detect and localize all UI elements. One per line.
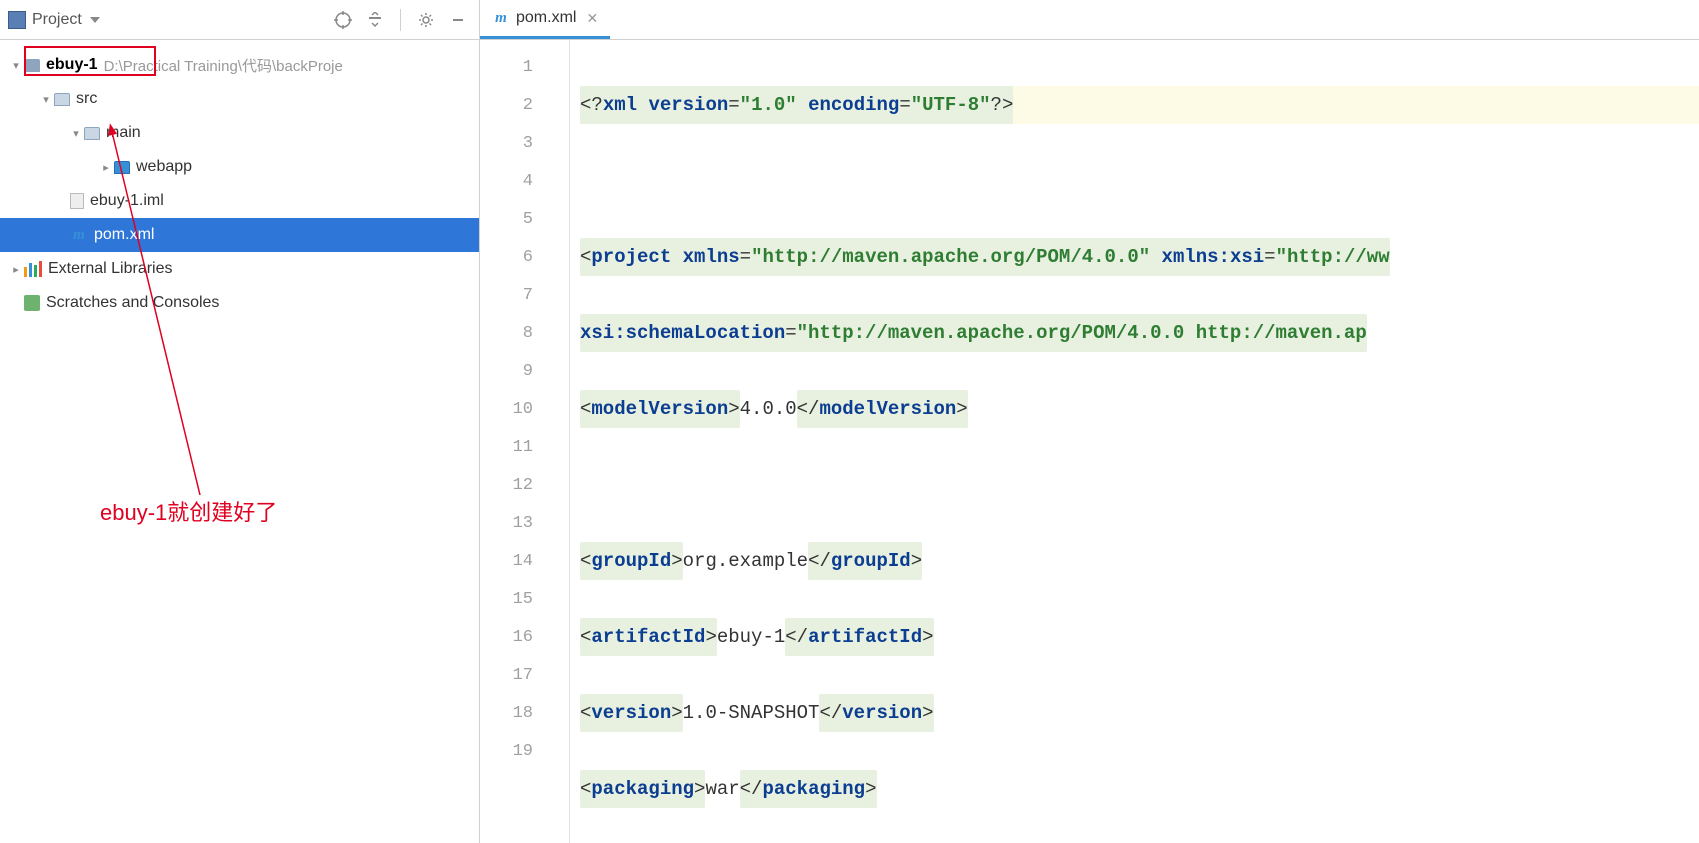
tree-label: External Libraries [48,260,173,278]
project-tree: ▾ ebuy-1 D:\Practical Training\代码\backPr… [0,40,479,843]
line-number: 8 [480,314,569,352]
line-number: 1 [480,48,569,86]
tree-row-scratches[interactable]: ▸ Scratches and Consoles [0,286,479,320]
chevron-down-icon[interactable]: ▾ [68,127,84,140]
line-number: 18 [480,694,569,732]
project-view-label[interactable]: Project [32,11,82,29]
line-number: 2 [480,86,569,124]
tree-row-webapp[interactable]: ▸ webapp [0,150,479,184]
tree-label: main [106,124,141,142]
code-line [580,162,1699,200]
line-number: 12 [480,466,569,504]
line-number: 16 [480,618,569,656]
file-icon [70,193,84,209]
chevron-right-icon[interactable]: ▸ [8,263,24,276]
locate-button[interactable] [330,7,356,33]
hide-button[interactable] [445,7,471,33]
code-content[interactable]: <?xml version="1.0" encoding="UTF-8"?> <… [570,40,1699,843]
code-line: <project xmlns="http://maven.apache.org/… [580,238,1699,276]
code-line: <modelVersion>4.0.0</modelVersion> [580,390,1699,428]
tree-label: webapp [136,158,192,176]
line-number: 13 [480,504,569,542]
code-line: <version>1.0-SNAPSHOT</version> [580,694,1699,732]
code-line: xsi:schemaLocation="http://maven.apache.… [580,314,1699,352]
editor-area: m pom.xml ✕ 1 2 3 4 5 6 7 8 9 10 11 12 1… [480,0,1699,843]
project-sidebar: Project ▾ ebuy-1 D:\Practical Training\代… [0,0,480,843]
line-number: 6 [480,238,569,276]
line-number: 11 [480,428,569,466]
settings-button[interactable] [413,7,439,33]
project-view-icon [8,11,26,29]
web-folder-icon [114,161,130,174]
line-number: 3 [480,124,569,162]
code-line: <packaging>war</packaging> [580,770,1699,808]
tree-label: ebuy-1.iml [90,192,164,210]
tree-row-src[interactable]: ▾ src [0,82,479,116]
line-number: 9 [480,352,569,390]
line-number: 10 [480,390,569,428]
collapse-icon [367,12,383,28]
chevron-down-icon[interactable] [90,17,100,23]
maven-file-icon: m [492,9,510,27]
code-line [580,466,1699,504]
tree-row-iml[interactable]: ▸ ebuy-1.iml [0,184,479,218]
project-folder-icon [24,59,40,72]
folder-icon [54,93,70,106]
sidebar-header: Project [0,0,479,40]
tree-row-main[interactable]: ▾ main [0,116,479,150]
chevron-down-icon[interactable]: ▾ [38,93,54,106]
line-number: 5 [480,200,569,238]
project-path: D:\Practical Training\代码\backProje [104,55,343,76]
chevron-right-icon[interactable]: ▸ [98,161,114,174]
line-number: 7 [480,276,569,314]
tree-label: Scratches and Consoles [46,294,219,312]
code-line: <?xml version="1.0" encoding="UTF-8"?> [580,86,1699,124]
annotation-text: ebuy-1就创建好了 [100,495,277,527]
scratches-icon [24,295,40,311]
editor-tab-bar: m pom.xml ✕ [480,0,1699,40]
tab-label: pom.xml [516,9,576,27]
folder-icon [84,127,100,140]
chevron-down-icon[interactable]: ▾ [8,59,24,72]
tree-label: pom.xml [94,226,154,244]
tree-row-project[interactable]: ▾ ebuy-1 D:\Practical Training\代码\backPr… [0,48,479,82]
tree-row-external-libraries[interactable]: ▸ External Libraries [0,252,479,286]
line-number: 4 [480,162,569,200]
project-name: ebuy-1 [46,56,98,74]
tree-row-pom[interactable]: ▸ m pom.xml [0,218,479,252]
expand-all-button[interactable] [362,7,388,33]
library-icon [24,261,42,277]
editor-tab-pom[interactable]: m pom.xml ✕ [480,0,610,39]
line-number-gutter: 1 2 3 4 5 6 7 8 9 10 11 12 13 14 15 16 1… [480,40,570,843]
maven-file-icon: m [70,226,88,244]
code-line: <artifactId>ebuy-1</artifactId> [580,618,1699,656]
line-number: 14 [480,542,569,580]
close-icon[interactable]: ✕ [586,10,598,27]
minimize-icon [451,13,465,27]
line-number: 17 [480,656,569,694]
tree-label: src [76,90,97,108]
code-line: <groupId>org.example</groupId> [580,542,1699,580]
line-number: 15 [480,580,569,618]
gear-icon [417,11,435,29]
code-editor[interactable]: 1 2 3 4 5 6 7 8 9 10 11 12 13 14 15 16 1… [480,40,1699,843]
line-number: 19 [480,732,569,770]
target-icon [334,11,352,29]
